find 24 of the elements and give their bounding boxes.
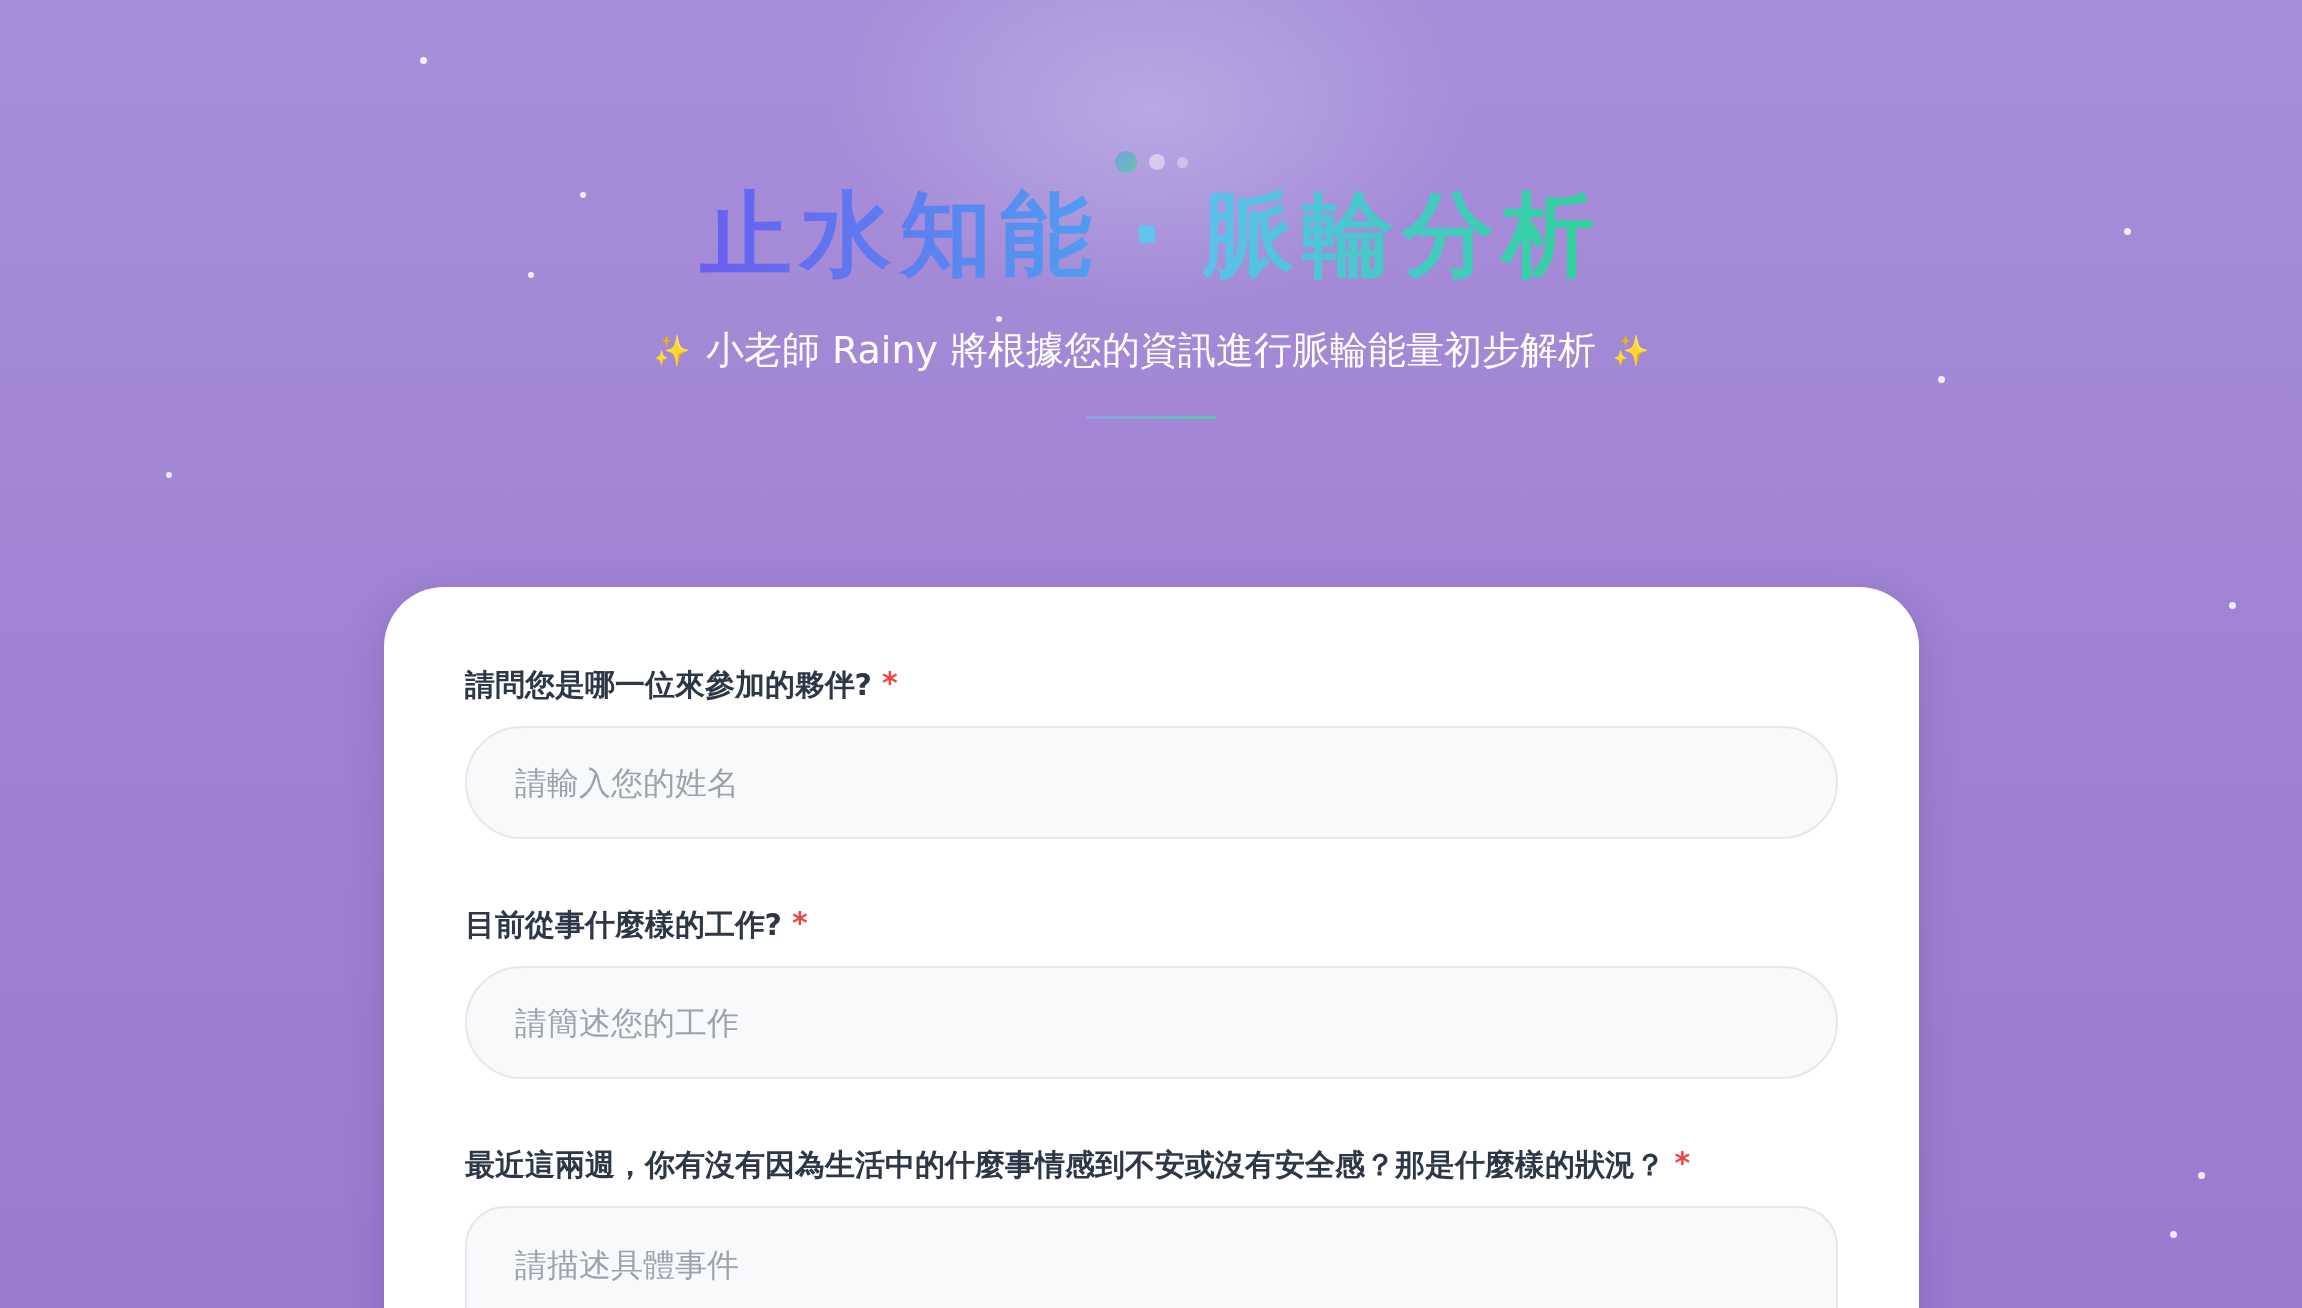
field-label: 最近這兩週，你有沒有因為生活中的什麼事情感到不安或沒有安全感？那是什麼樣的狀況？ [464, 1146, 1665, 1185]
field-label: 目前從事什麼樣的工作? [464, 906, 782, 945]
input-field[interactable]: 請輸入您的姓名 [464, 726, 1838, 840]
star-dot [2170, 1231, 2177, 1238]
star-dot [420, 57, 427, 64]
star-dot [2198, 1172, 2205, 1179]
star-dot [528, 272, 534, 278]
input-field[interactable]: 請簡述您的工作 [464, 966, 1838, 1080]
required-mark: * [881, 665, 898, 703]
required-mark: * [791, 905, 808, 943]
star-dot [996, 316, 1002, 322]
star-dot [1938, 376, 1945, 383]
subtitle: 小老師 Rainy 將根據您的資訊進行脈輪能量初步解析 [705, 327, 1597, 375]
sparkle-icon: ✨ [652, 333, 690, 369]
text-area[interactable]: 請描述具體事件 [464, 1206, 1838, 1308]
star-dot [2229, 602, 2236, 609]
sparkle-icon: ✨ [1612, 333, 1650, 369]
field-label: 請問您是哪一位來參加的夥伴? [464, 666, 872, 705]
title-separator: · [1129, 184, 1173, 286]
star-dot [2124, 228, 2131, 235]
star-dot [580, 192, 586, 198]
dots-icon [1114, 150, 1188, 174]
star-dot [166, 472, 172, 478]
required-mark: * [1674, 1145, 1691, 1183]
